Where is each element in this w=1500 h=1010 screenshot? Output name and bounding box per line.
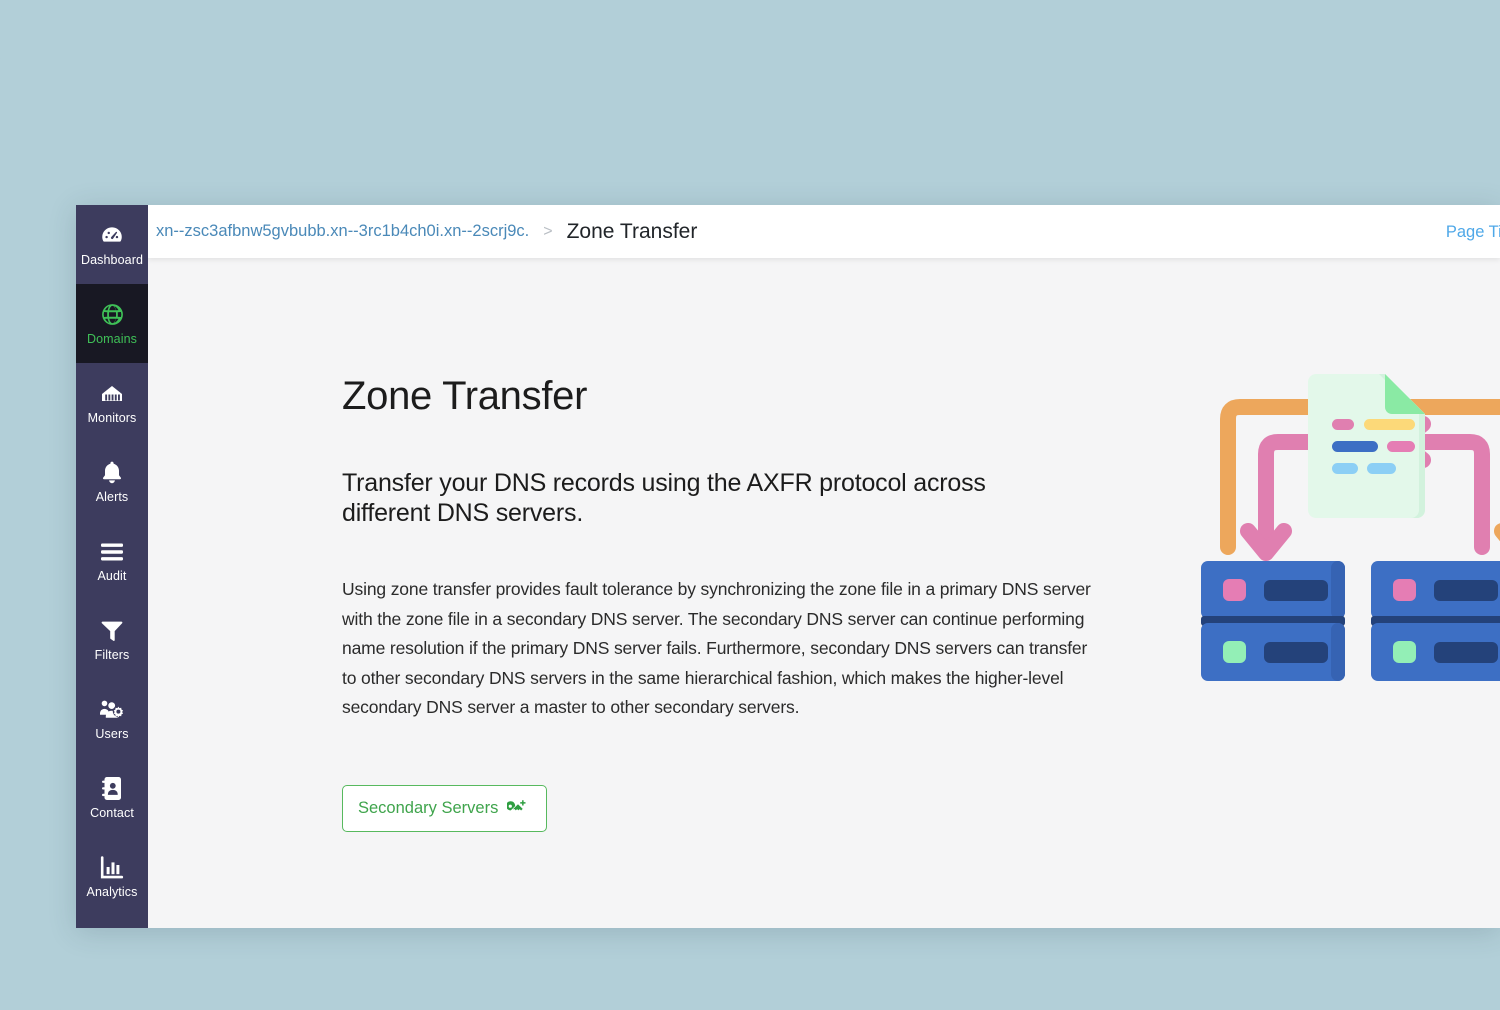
- network-icon: [99, 381, 125, 407]
- list-icon: [99, 539, 125, 565]
- funnel-icon: [99, 618, 125, 644]
- sidebar-item-audit[interactable]: Audit: [76, 521, 148, 600]
- page-tip-link[interactable]: Page Tip: [1446, 223, 1500, 242]
- main-content: Zone Transfer Transfer your DNS records …: [148, 258, 1500, 928]
- gauge-icon: [99, 223, 125, 249]
- sidebar-item-dashboard[interactable]: Dashboard: [76, 205, 148, 284]
- bell-icon: [99, 460, 125, 486]
- breadcrumb-current: Zone Transfer: [566, 219, 698, 243]
- cta-row: Secondary Servers: [342, 784, 1112, 832]
- sidebar-item-users[interactable]: Users: [76, 679, 148, 758]
- sidebar-item-label: Users: [95, 726, 129, 741]
- key-plus-icon: [507, 799, 526, 817]
- sidebar-item-label: Domains: [86, 331, 138, 346]
- breadcrumb-parent-link[interactable]: xn--zsc3afbnw5gvbubb.xn--3rc1b4ch0i.xn--…: [156, 222, 529, 241]
- page-body-text: Using zone transfer provides fault toler…: [342, 579, 1091, 717]
- sidebar-item-label: Contact: [90, 805, 134, 820]
- page-title: Zone Transfer: [342, 374, 588, 418]
- sidebar-item-analytics[interactable]: Analytics: [76, 837, 148, 916]
- breadcrumb: xn--zsc3afbnw5gvbubb.xn--3rc1b4ch0i.xn--…: [156, 220, 697, 244]
- sidebar-item-label: Alerts: [95, 489, 129, 504]
- sidebar-item-domains[interactable]: Domains: [76, 284, 148, 363]
- sidebar-item-filters[interactable]: Filters: [76, 600, 148, 679]
- document-icon: [1308, 374, 1425, 518]
- globe-icon: [99, 302, 125, 328]
- sidebar: Dashboard Domains Monitors Alerts Audit …: [76, 205, 148, 928]
- users-gear-icon: [99, 697, 125, 723]
- server-primary: [1201, 561, 1345, 681]
- secondary-servers-button[interactable]: Secondary Servers: [342, 784, 548, 832]
- sidebar-item-alerts[interactable]: Alerts: [76, 442, 148, 521]
- bar-chart-icon: [99, 855, 125, 881]
- sidebar-item-monitors[interactable]: Monitors: [76, 363, 148, 442]
- server-secondary: [1371, 561, 1500, 681]
- chevron-right-icon: >: [543, 222, 553, 240]
- zone-transfer-illustration: [1201, 361, 1500, 709]
- sidebar-item-label: Monitors: [87, 410, 137, 425]
- topbar: xn--zsc3afbnw5gvbubb.xn--3rc1b4ch0i.xn--…: [148, 205, 1500, 258]
- sidebar-item-label: Filters: [94, 647, 130, 662]
- secondary-servers-button-label: Secondary Servers: [358, 798, 499, 817]
- app-window: Dashboard Domains Monitors Alerts Audit …: [76, 205, 1500, 928]
- page-subtitle: Transfer your DNS records using the AXFR…: [342, 469, 986, 527]
- sidebar-item-contact[interactable]: Contact: [76, 758, 148, 837]
- hero-text-column: Zone Transfer Transfer your DNS records …: [342, 374, 1112, 832]
- sidebar-item-label: Audit: [97, 568, 127, 583]
- sidebar-item-label: Dashboard: [80, 252, 144, 267]
- contact-book-icon: [99, 776, 125, 802]
- sidebar-item-label: Analytics: [86, 884, 138, 899]
